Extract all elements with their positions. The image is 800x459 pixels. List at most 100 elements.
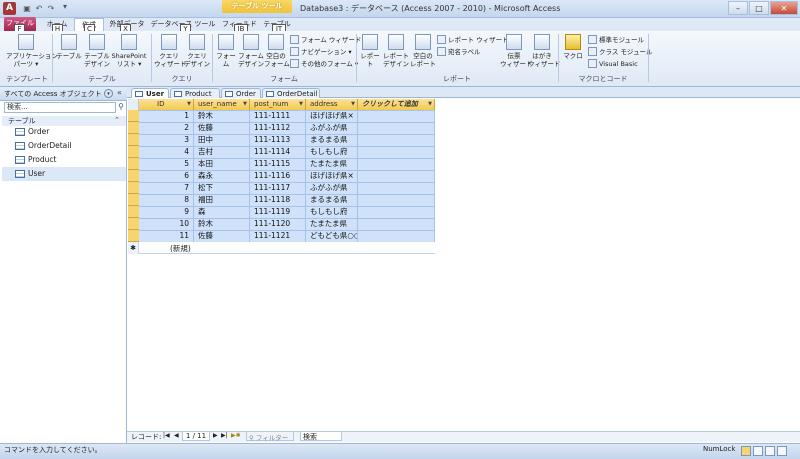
cell-post-num[interactable]: 111-1112 xyxy=(250,122,306,134)
cell-add-field[interactable] xyxy=(358,206,435,218)
nav-item-order[interactable]: Order xyxy=(2,125,126,139)
column-header-id[interactable]: ID ▼ xyxy=(139,99,194,110)
record-selector[interactable] xyxy=(128,110,139,122)
report-design-button[interactable]: レポート デザイン xyxy=(382,34,410,68)
sort-dropdown-icon[interactable]: ▼ xyxy=(299,99,303,110)
visual-basic-button[interactable]: Visual Basic xyxy=(588,59,638,70)
nav-item-orderdetail[interactable]: OrderDetail xyxy=(2,139,126,153)
form-wizard-button[interactable]: フォーム ウィザード xyxy=(290,35,361,46)
cell-post-num[interactable]: 111-1118 xyxy=(250,194,306,206)
cell-address[interactable]: まるまる県 xyxy=(306,134,358,146)
cell-address[interactable]: ふがふが県 xyxy=(306,122,358,134)
application-parts-button[interactable]: アプリケーション パーツ ▾ xyxy=(6,34,58,68)
cell-address[interactable]: ふがふが県 xyxy=(306,182,358,194)
cell-address[interactable]: もしもし府 xyxy=(306,146,358,158)
sharepoint-list-button[interactable]: SharePoint リスト ▾ xyxy=(110,34,148,68)
cell-user-name[interactable]: 鈴木 xyxy=(194,218,250,230)
sort-dropdown-icon[interactable]: ▼ xyxy=(351,99,355,110)
cell-address[interactable]: ほげほげ県× xyxy=(306,170,358,182)
postcard-wizard-button[interactable]: はがき ウィザード xyxy=(528,34,561,68)
prev-record-button[interactable]: ◀ xyxy=(174,432,179,439)
cell-post-num[interactable]: 111-1117 xyxy=(250,182,306,194)
column-header-post-num[interactable]: post_num ▼ xyxy=(250,99,306,110)
more-forms-button[interactable]: その他のフォーム ▾ xyxy=(290,59,358,70)
cell-user-name[interactable]: 吉村 xyxy=(194,146,250,158)
design-view-icon[interactable] xyxy=(777,446,787,456)
cell-post-num[interactable]: 111-1111 xyxy=(250,110,306,122)
record-search-input[interactable]: 検索 xyxy=(300,431,342,441)
record-selector[interactable] xyxy=(128,194,139,206)
new-record-selector[interactable]: ✱ xyxy=(128,242,139,254)
form-button[interactable]: フォーム xyxy=(214,34,238,68)
new-record-button[interactable]: ▶✱ xyxy=(231,432,241,439)
cell-post-num[interactable]: 111-1121 xyxy=(250,230,306,242)
group-collapse-icon[interactable]: ⌃ xyxy=(114,116,120,124)
cell-id[interactable]: 9 xyxy=(139,206,194,218)
add-field-dropdown-icon[interactable]: ▼ xyxy=(428,99,432,110)
nav-item-user[interactable]: User xyxy=(2,167,126,181)
first-record-button[interactable]: |◀ xyxy=(163,432,170,439)
navigation-button[interactable]: ナビゲーション ▾ xyxy=(290,47,352,58)
column-header-address[interactable]: address ▼ xyxy=(306,99,358,110)
doc-tab-order[interactable]: Order xyxy=(221,88,261,98)
cell-id[interactable]: 2 xyxy=(139,122,194,134)
record-selector[interactable] xyxy=(128,146,139,158)
filter-toggle[interactable]: ⚲ フィルターなし xyxy=(246,431,294,452)
sort-dropdown-icon[interactable]: ▼ xyxy=(187,99,191,110)
sort-dropdown-icon[interactable]: ▼ xyxy=(243,99,247,110)
doc-tab-product[interactable]: Product xyxy=(170,88,220,98)
class-module-button[interactable]: クラス モジュール xyxy=(588,47,652,58)
cell-id[interactable]: 4 xyxy=(139,146,194,158)
report-button[interactable]: レポート xyxy=(358,34,382,68)
record-selector[interactable] xyxy=(128,182,139,194)
save-icon[interactable]: ▣ xyxy=(22,3,32,14)
pivot-table-view-icon[interactable] xyxy=(753,446,763,456)
query-wizard-button[interactable]: クエリ ウィザード xyxy=(154,34,187,68)
customize-qat-icon[interactable]: ▾ xyxy=(60,1,70,12)
form-design-button[interactable]: フォーム デザイン xyxy=(238,34,264,68)
datasheet-view-icon[interactable] xyxy=(741,446,751,456)
minimize-button[interactable]: – xyxy=(728,1,748,15)
cell-address[interactable]: たまたま県 xyxy=(306,218,358,230)
cell-user-name[interactable]: 佐藤 xyxy=(194,230,250,242)
cell-add-field[interactable] xyxy=(358,158,435,170)
standard-module-button[interactable]: 標準モジュール xyxy=(588,35,644,46)
record-selector[interactable] xyxy=(128,218,139,230)
nav-collapse-icon[interactable]: « xyxy=(117,88,122,97)
cell-user-name[interactable]: 松下 xyxy=(194,182,250,194)
access-app-icon[interactable]: A xyxy=(3,2,16,15)
doc-tab-orderdetail[interactable]: OrderDetail xyxy=(262,88,320,98)
close-button[interactable]: ✕ xyxy=(770,1,798,15)
query-design-button[interactable]: クエリ デザイン xyxy=(184,34,210,68)
column-header-user-name[interactable]: user_name ▼ xyxy=(194,99,250,110)
redo-icon[interactable]: ↷ xyxy=(46,3,56,14)
last-record-button[interactable]: ▶| xyxy=(221,432,228,439)
nav-item-product[interactable]: Product xyxy=(2,153,126,167)
cell-post-num[interactable]: 111-1119 xyxy=(250,206,306,218)
cell-id[interactable]: 3 xyxy=(139,134,194,146)
cell-post-num[interactable]: 111-1116 xyxy=(250,170,306,182)
table-button[interactable]: テーブル xyxy=(56,34,82,60)
cell-add-field[interactable] xyxy=(358,122,435,134)
cell-add-field[interactable] xyxy=(358,230,435,242)
cell-add-field[interactable] xyxy=(358,218,435,230)
cell-user-name[interactable]: 鈴木 xyxy=(194,110,250,122)
record-selector[interactable] xyxy=(128,158,139,170)
cell-user-name[interactable]: 佐藤 xyxy=(194,122,250,134)
cell-post-num[interactable]: 111-1120 xyxy=(250,218,306,230)
record-selector[interactable] xyxy=(128,134,139,146)
cell-address[interactable]: どもども県○○ xyxy=(306,230,358,242)
cell-add-field[interactable] xyxy=(358,170,435,182)
next-record-button[interactable]: ▶ xyxy=(213,432,218,439)
blank-report-button[interactable]: 空白の レポート xyxy=(410,34,436,68)
record-selector[interactable] xyxy=(128,122,139,134)
macro-button[interactable]: マクロ xyxy=(560,34,586,60)
cell-id[interactable]: 8 xyxy=(139,194,194,206)
cell-address[interactable]: ほげほげ県× xyxy=(306,110,358,122)
cell-add-field[interactable] xyxy=(358,182,435,194)
cell-id[interactable]: 10 xyxy=(139,218,194,230)
cell-id[interactable]: 6 xyxy=(139,170,194,182)
nav-search-input[interactable]: 検索... xyxy=(4,102,116,113)
cell-post-num[interactable]: 111-1115 xyxy=(250,158,306,170)
cell-address[interactable]: まるまる県 xyxy=(306,194,358,206)
